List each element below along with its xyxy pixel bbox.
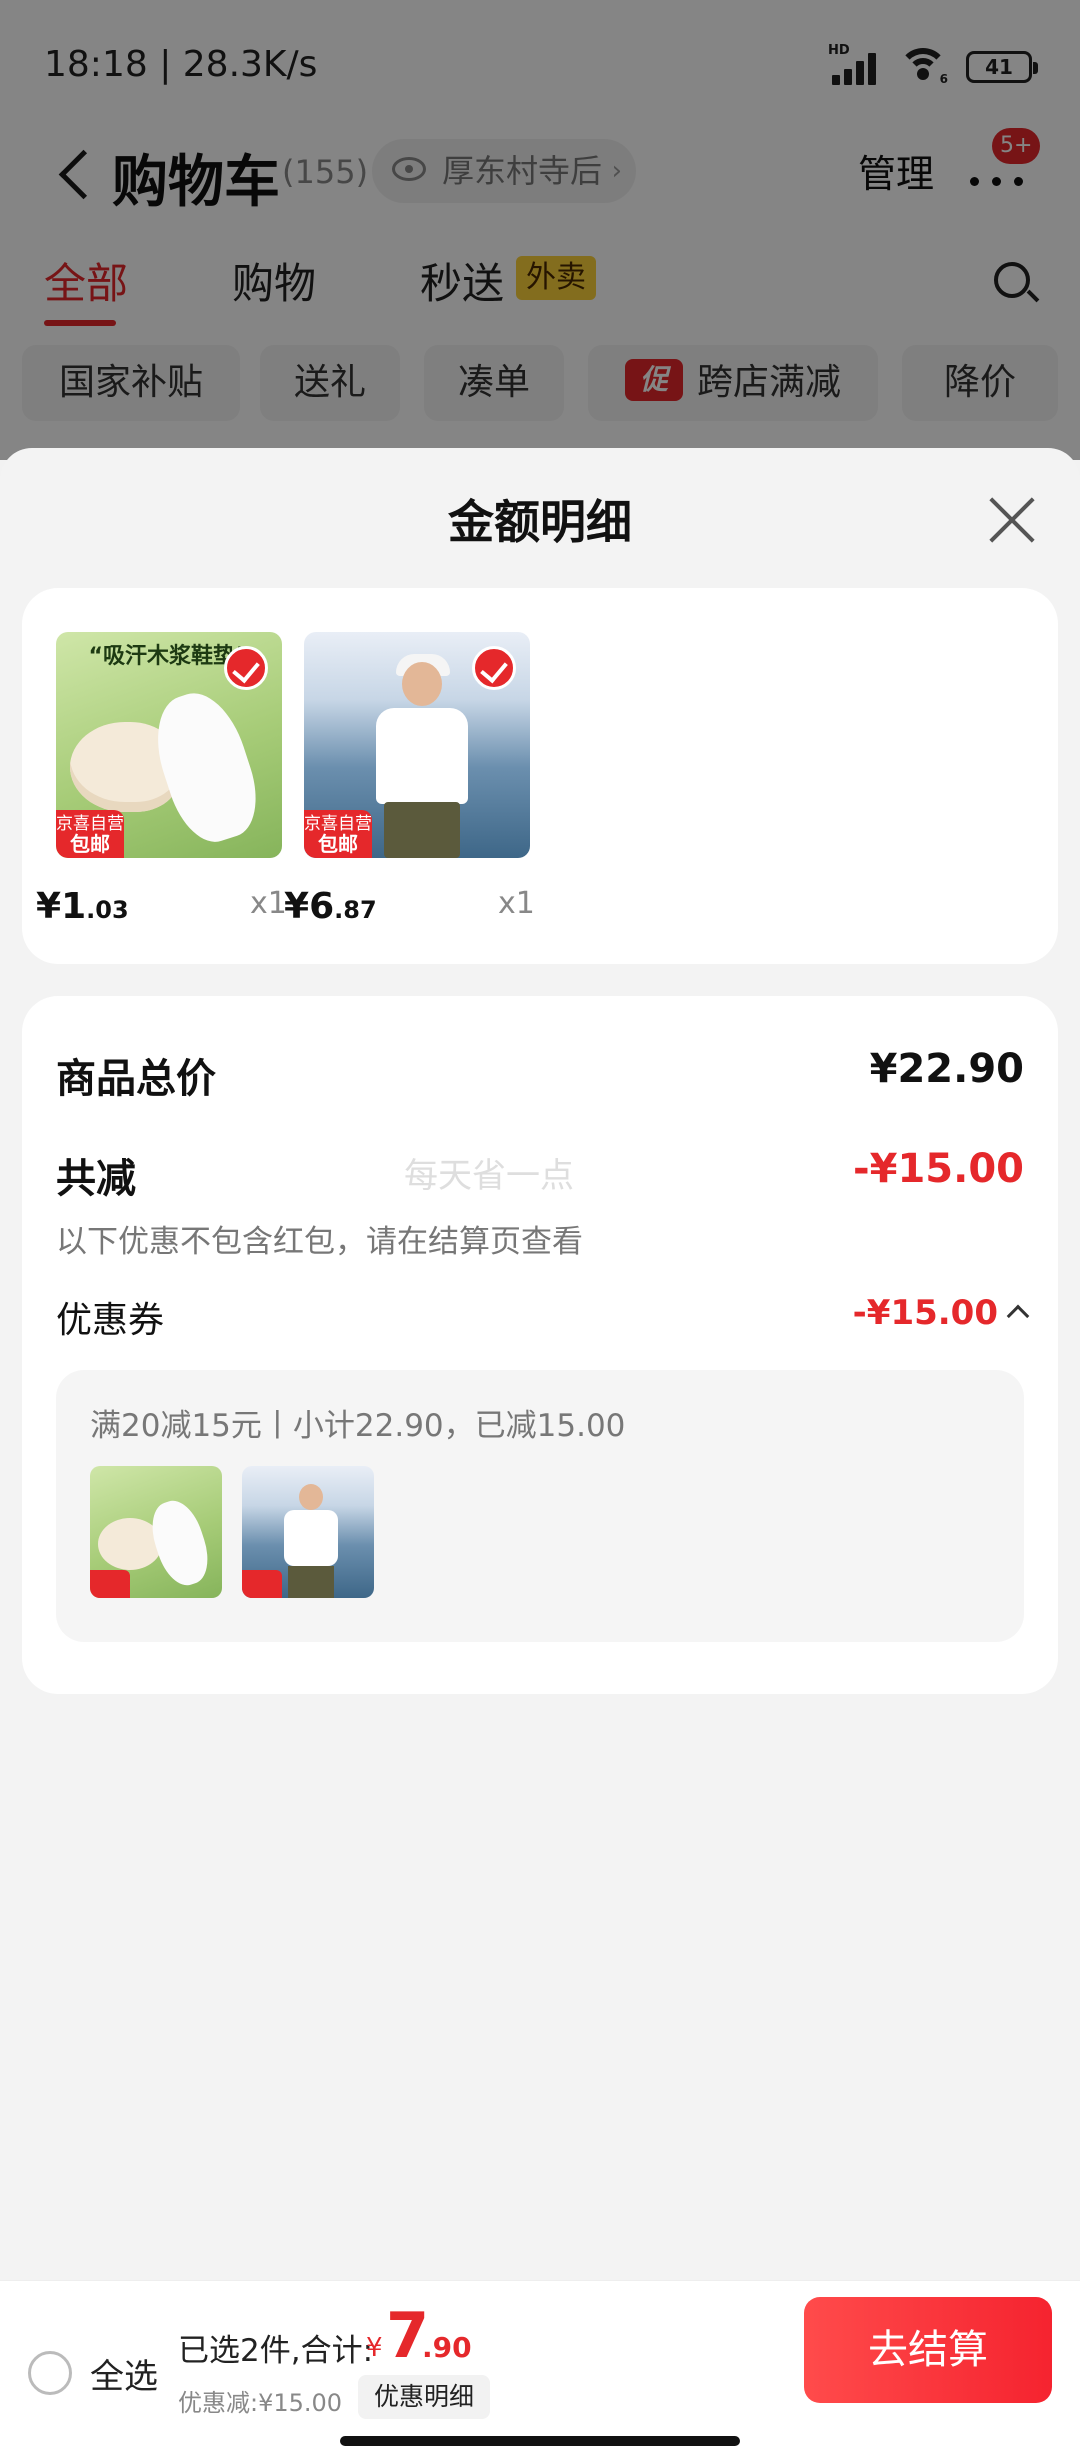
insole-shape	[143, 1494, 217, 1592]
coupon-label: 优惠券	[56, 1300, 165, 1341]
coupon-detail-box: 满20减15元丨小计22.90，已减15.00	[56, 1370, 1024, 1642]
checkout-bar: 全选 已选2件,合计: ¥ 7 .90 优惠减:¥15.00 优惠明细 去结算	[0, 2280, 1080, 2460]
home-indicator[interactable]	[340, 2436, 740, 2446]
discount-label: 共减	[56, 1156, 136, 1202]
insole-shape	[142, 682, 270, 852]
select-all-label[interactable]: 全选	[90, 2349, 158, 2398]
coupon-product-thumb-tshirt	[242, 1466, 374, 1598]
pants-shape	[288, 1566, 334, 1598]
total-symbol: ¥	[366, 2333, 383, 2363]
product-price: ¥6.87	[284, 886, 377, 930]
amount-detail-sheet: 金额明细 “吸汗木浆鞋垫” 京喜自营 包邮 ¥1.03 x1 京喜自营 包邮 ¥6.…	[0, 448, 1080, 2460]
product-qty: x1	[498, 886, 535, 921]
product-tag-line1: 京喜自营	[304, 814, 372, 834]
head-shape	[299, 1484, 323, 1510]
watermark-text: 每天省一点	[404, 1156, 574, 1196]
selected-products-card: “吸汗木浆鞋垫” 京喜自营 包邮 ¥1.03 x1 京喜自营 包邮 ¥6.87 x1	[22, 588, 1058, 964]
product-image-insole[interactable]: “吸汗木浆鞋垫” 京喜自营 包邮	[56, 632, 282, 858]
product-tag	[242, 1570, 282, 1598]
price-integer: 6	[309, 886, 335, 927]
coupon-description: 满20减15元丨小计22.90，已减15.00	[90, 1408, 626, 1444]
chevron-up-icon[interactable]	[1006, 1304, 1030, 1328]
coupon-product-thumb-insole	[90, 1466, 222, 1598]
product-tag-line2: 包邮	[318, 832, 358, 856]
pants-shape	[384, 802, 460, 858]
checkmark-icon	[224, 646, 268, 690]
price-decimal: .87	[334, 896, 377, 924]
price-integer: 1	[61, 886, 87, 927]
product-tag-line1: 京喜自营	[56, 814, 124, 834]
discount-value: -¥15.00	[853, 1146, 1024, 1192]
product-qty: x1	[250, 886, 287, 921]
modal-backdrop[interactable]	[0, 0, 1080, 460]
product-price: ¥1.03	[36, 886, 129, 930]
product-image-tshirt[interactable]: 京喜自营 包邮	[304, 632, 530, 858]
discount-detail-button[interactable]: 优惠明细	[358, 2375, 491, 2419]
product-tag	[90, 1570, 130, 1598]
tshirt-shape	[284, 1510, 338, 1566]
saved-amount: 优惠减:¥15.00	[178, 2389, 343, 2417]
price-symbol: ¥	[284, 886, 310, 927]
product-tag: 京喜自营 包邮	[56, 810, 124, 858]
checkout-button[interactable]: 去结算	[804, 2297, 1052, 2403]
total-decimal: .90	[422, 2331, 472, 2364]
coupon-value[interactable]: -¥15.00	[853, 1293, 998, 1333]
price-symbol: ¥	[36, 886, 62, 927]
discount-note: 以下优惠不包含红包，请在结算页查看	[56, 1224, 583, 1260]
product-tag-line2: 包邮	[70, 832, 110, 856]
product-tag: 京喜自营 包邮	[304, 810, 372, 858]
sheet-title: 金额明细	[448, 495, 632, 549]
head-shape	[402, 662, 442, 706]
select-all-radio[interactable]	[28, 2351, 72, 2395]
price-decimal: .03	[86, 896, 129, 924]
checkmark-icon	[472, 646, 516, 690]
total-price-value: ¥22.90	[869, 1046, 1024, 1092]
selected-summary: 已选2件,合计:	[178, 2333, 374, 2369]
tshirt-shape	[376, 708, 468, 804]
price-detail-card: 商品总价 ¥22.90 共减 每天省一点 -¥15.00 以下优惠不包含红包，请…	[22, 996, 1058, 1694]
total-price-label: 商品总价	[56, 1056, 216, 1102]
close-icon[interactable]	[984, 492, 1040, 548]
